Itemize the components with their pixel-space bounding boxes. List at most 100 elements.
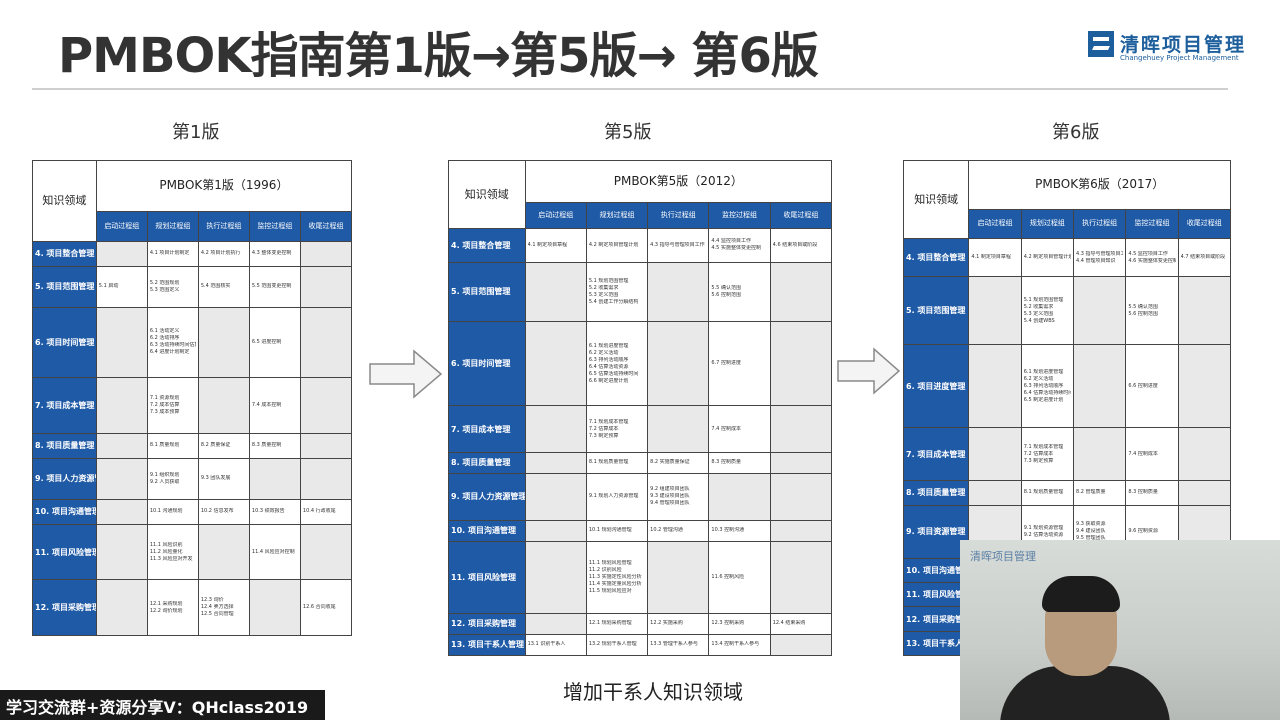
process-cell: 12.1 规划采购管理 xyxy=(585,612,649,635)
process-group-header: 规划过程组 xyxy=(1020,208,1075,239)
knowledge-area-label: 8. 项目质量管理 xyxy=(902,480,970,506)
process-item: 12.3 询价 xyxy=(200,597,224,604)
process-cell: 4.4 监控项目工作 4.5 实施整体变更控制 xyxy=(708,227,771,263)
process-item: 9.4 建设团队 xyxy=(1076,528,1106,535)
process-item: 4.1 制定项目章程 xyxy=(971,254,1011,261)
process-item: 8.2 质量保证 xyxy=(200,442,231,449)
process-group-header: 启动过程组 xyxy=(968,208,1022,239)
knowledge-area-label: 7. 项目成本管理 xyxy=(32,377,97,434)
process-item: 5.2 收集需求 xyxy=(1023,303,1054,310)
process-cell: 6.1 规划进度管理 6.2 定义活动 6.3 排列活动顺序 6.4 估算活动持续时间… xyxy=(1020,344,1075,428)
process-cell: 4.6 结束项目或阶段 xyxy=(769,227,833,263)
process-cell: 4.3 指导与管理项目工作4.4 管理项目知识 xyxy=(1073,237,1127,278)
process-cell: 7.4 控制成本 xyxy=(1125,426,1179,482)
process-item: 7.1 资源规划 xyxy=(149,395,180,402)
process-cell xyxy=(248,579,301,636)
process-group-header: 规划过程组 xyxy=(585,202,649,229)
process-cell: 8.1 规划质量管理 xyxy=(585,451,649,475)
process-item: 11.3 实施定性风险分析 xyxy=(588,573,642,580)
knowledge-area-label: 6. 项目进度管理 xyxy=(902,344,970,428)
process-item: 5.1 规划范围管理 xyxy=(588,277,629,284)
process-cell xyxy=(1177,480,1232,506)
process-cell xyxy=(524,473,587,521)
process-cell: 4.2 制定项目管理计划 xyxy=(585,227,649,263)
process-cell xyxy=(299,377,353,434)
process-cell xyxy=(968,344,1022,428)
table-row: 11. 项目风险管理 11.1 风险识别 11.2 风险量化 11.3 风险应对开发 1… xyxy=(32,523,353,581)
process-cell xyxy=(524,519,587,542)
knowledge-area-label: 5. 项目范围管理 xyxy=(448,261,526,322)
table-row: 6. 项目进度管理 6.1 规划进度管理 6.2 定义活动 6.3 排列活动顺序 6.4… xyxy=(902,344,1232,428)
process-cell: 10.2 信息发布 xyxy=(197,498,250,525)
process-cell xyxy=(769,261,833,322)
process-cell xyxy=(769,519,833,542)
process-item: 9.2 人员获取 xyxy=(149,478,180,485)
process-cell: 12.3 控制采购 xyxy=(708,612,771,635)
table-row: 7. 项目成本管理 7.1 规划成本管理 7.2 估算成本 7.3 制定预算 7.4 控… xyxy=(902,426,1232,482)
process-item: 5.3 定义范围 xyxy=(1023,310,1054,317)
table-row: 9. 项目人力资源管理 9.1 规划人力资源管理 9.2 组建项目团队 9.3 建设项… xyxy=(448,473,833,521)
process-group-header: 收尾过程组 xyxy=(1177,208,1232,239)
process-item: 7.2 估算成本 xyxy=(588,425,619,432)
knowledge-area-label: 11. 项目风险管理 xyxy=(32,523,97,581)
process-item: 8.2 管理质量 xyxy=(1076,489,1106,496)
process-cell: 6.1 活动定义 6.2 活动排序 6.3 活动持续时间估算 6.4 进度计划制定 xyxy=(146,306,199,379)
table-row: 10. 项目沟通管理 10.1 规划沟通管理 10.2 管理沟通 10.3 控制沟通 xyxy=(448,519,833,542)
process-cell xyxy=(248,458,301,500)
watermark-banner: 学习交流群+资源分享V：QHclass2019 xyxy=(0,690,325,720)
process-group-header: 执行过程组 xyxy=(197,210,250,242)
process-cell xyxy=(95,306,148,379)
process-item: 5.6 控制范围 xyxy=(1128,310,1158,317)
process-cell xyxy=(968,480,1022,506)
table-row: 5. 项目范围管理 5.1 规划范围管理 5.2 收集需求 5.3 定义范围 5.4 创… xyxy=(902,276,1232,346)
process-cell xyxy=(197,306,250,379)
process-cell: 12.2 实施采购 xyxy=(647,612,710,635)
knowledge-area-label: 6. 项目时间管理 xyxy=(32,306,97,379)
process-item: 5.5 确认范围 xyxy=(711,284,741,291)
process-item: 9.1 规划资源管理 xyxy=(1023,524,1064,531)
process-cell: 10.1 规划沟通管理 xyxy=(585,519,649,542)
process-item: 5.4 创建工作分解结构 xyxy=(588,298,639,305)
process-cell: 6.7 控制进度 xyxy=(708,320,771,407)
process-cell xyxy=(197,523,250,581)
process-item: 8.1 质量规划 xyxy=(149,442,180,449)
process-cell xyxy=(708,473,771,521)
process-cell: 13.1 识别干系人 xyxy=(524,633,587,657)
process-item: 13.4 控制干系人参与 xyxy=(711,641,760,648)
process-cell: 9.1 规划人力资源管理 xyxy=(585,473,649,521)
process-cell: 4.2 制定项目管理计划 xyxy=(1020,237,1075,278)
process-cell xyxy=(647,405,710,453)
process-cell xyxy=(299,266,353,308)
table-row: 11. 项目风险管理 11.1 规划风险管理 11.2 识别风险 11.3 实施定性风… xyxy=(448,540,833,614)
process-cell: 13.3 管理干系人参与 xyxy=(647,633,710,657)
process-cell: 7.1 规划成本管理 7.2 估算成本 7.3 制定预算 xyxy=(585,405,649,453)
process-item: 10.2 管理沟通 xyxy=(650,527,683,534)
process-item: 9.4 管理项目团队 xyxy=(650,500,690,507)
knowledge-area-label: 7. 项目成本管理 xyxy=(448,405,526,453)
right-arrow-icon xyxy=(369,349,443,399)
version-label-6: 第6版 xyxy=(1052,122,1100,143)
process-cell xyxy=(1177,426,1232,482)
knowledge-area-label: 9. 项目人力资源管理 xyxy=(448,473,526,521)
process-group-header: 规划过程组 xyxy=(146,210,199,242)
process-item: 12.1 规划采购管理 xyxy=(588,620,632,627)
process-cell xyxy=(1177,276,1232,346)
process-cell: 8.3 控制质量 xyxy=(708,451,771,475)
process-item: 4.3 指导与管理项目工作 xyxy=(1076,250,1123,257)
process-cell: 7.4 成本控制 xyxy=(248,377,301,434)
process-cell xyxy=(769,320,833,407)
process-item: 5.1 规划范围管理 xyxy=(1023,296,1064,303)
process-item: 11.5 规划风险应对 xyxy=(588,587,632,594)
process-cell xyxy=(968,276,1022,346)
process-cell xyxy=(95,458,148,500)
process-cell xyxy=(197,377,250,434)
process-item: 11.4 风险应对控制 xyxy=(251,548,295,555)
process-cell: 7.1 规划成本管理 7.2 估算成本 7.3 制定预算 xyxy=(1020,426,1075,482)
process-cell xyxy=(769,473,833,521)
process-item: 7.4 控制成本 xyxy=(711,425,741,432)
process-item: 12.1 采购规划 xyxy=(149,600,183,607)
process-cell xyxy=(1177,344,1232,428)
process-item: 9.1 规划人力资源管理 xyxy=(588,493,639,500)
process-item: 7.3 成本预算 xyxy=(149,409,180,416)
table-row: 4. 项目整合管理 4.1 制定项目章程 4.2 制定项目管理计划 4.3 指导与管理… xyxy=(902,237,1232,278)
